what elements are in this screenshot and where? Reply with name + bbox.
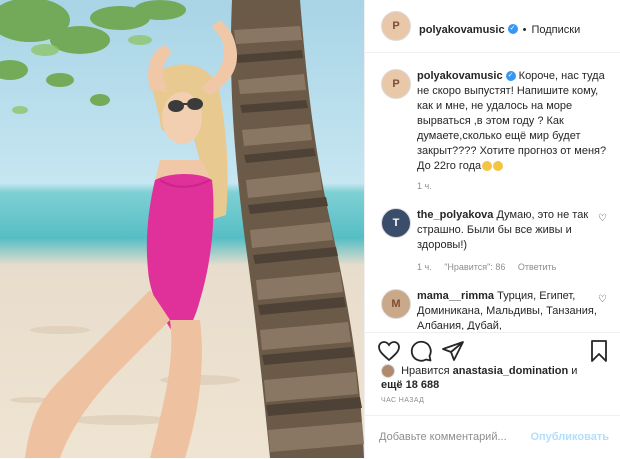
comment-username[interactable]: mama__rimma (417, 290, 494, 302)
commenter-avatar[interactable]: M (381, 289, 411, 319)
comments-list[interactable]: P polyakovamusic ✓ Короче, нас туда не ск… (365, 53, 620, 330)
share-icon[interactable] (441, 339, 465, 363)
reply-button[interactable]: Ответить (518, 262, 556, 272)
comment-input[interactable]: Добавьте комментарий... (379, 431, 507, 443)
liker-username[interactable]: anastasia_domination (453, 365, 569, 377)
comment-item: the_polyakova Думаю, это не так страшно.… (417, 208, 599, 253)
avatar-initials: T (392, 217, 400, 229)
author-avatar[interactable]: P (381, 11, 411, 41)
post-side-panel: P polyakovamusic ✓ • Подписки P polyakovamu… (364, 0, 620, 458)
caption-text: Короче, нас туда не скоро выпустят! Напи… (417, 70, 607, 172)
comment-likes-count[interactable]: "Нравится": 86 (444, 262, 505, 272)
following-button[interactable]: Подписки (531, 24, 580, 36)
post-timestamp[interactable]: ЧАС НАЗАД (381, 397, 424, 404)
likes-summary: Нравится anastasia_domination и ещё 18 6… (381, 364, 611, 392)
add-comment-bar: Добавьте комментарий... Опубликовать (365, 415, 620, 459)
bookmark-icon[interactable] (587, 339, 611, 363)
likes-prefix: Нравится (401, 365, 450, 377)
caption-username[interactable]: polyakovamusic (417, 70, 503, 82)
comment-username[interactable]: the_polyakova (417, 209, 493, 221)
author-username[interactable]: polyakovamusic (419, 24, 505, 36)
comment-like-icon[interactable]: ♡ (598, 294, 607, 305)
avatar-initials: P (392, 78, 400, 90)
heart-icon[interactable] (377, 339, 401, 363)
comment-time[interactable]: 1 ч. (417, 262, 432, 272)
likes-conj: и (571, 365, 578, 377)
publish-button[interactable]: Опубликовать (530, 431, 609, 443)
verified-badge-icon: ✓ (507, 23, 518, 34)
emoji-icon (493, 161, 504, 172)
post-photo[interactable] (0, 0, 364, 458)
comment-meta: 1 ч. "Нравится": 86 Ответить (417, 262, 556, 272)
comment-like-icon[interactable]: ♡ (598, 213, 607, 224)
comment-item: mama__rimma Турция, Египет, Доминикана, … (417, 289, 599, 330)
caption-time[interactable]: 1 ч. (417, 181, 432, 191)
verified-badge-icon: ✓ (505, 71, 516, 82)
emoji-icon (482, 161, 493, 172)
likes-more-button[interactable]: ещё 18 688 (381, 379, 439, 391)
commenter-avatar[interactable]: T (381, 208, 411, 238)
avatar-initials: P (392, 20, 400, 32)
post-caption: polyakovamusic ✓ Короче, нас туда не скор… (417, 69, 609, 174)
caption-avatar[interactable]: P (381, 69, 411, 99)
comment-icon[interactable] (409, 339, 433, 363)
post-header: P polyakovamusic ✓ • Подписки (365, 0, 620, 53)
liker-avatar[interactable] (381, 364, 395, 379)
separator-dot: • (522, 24, 527, 36)
instagram-post-modal: P polyakovamusic ✓ • Подписки P polyakovamu… (0, 0, 620, 458)
avatar-initials: M (391, 298, 401, 310)
beach-scene-illustration (0, 0, 364, 458)
